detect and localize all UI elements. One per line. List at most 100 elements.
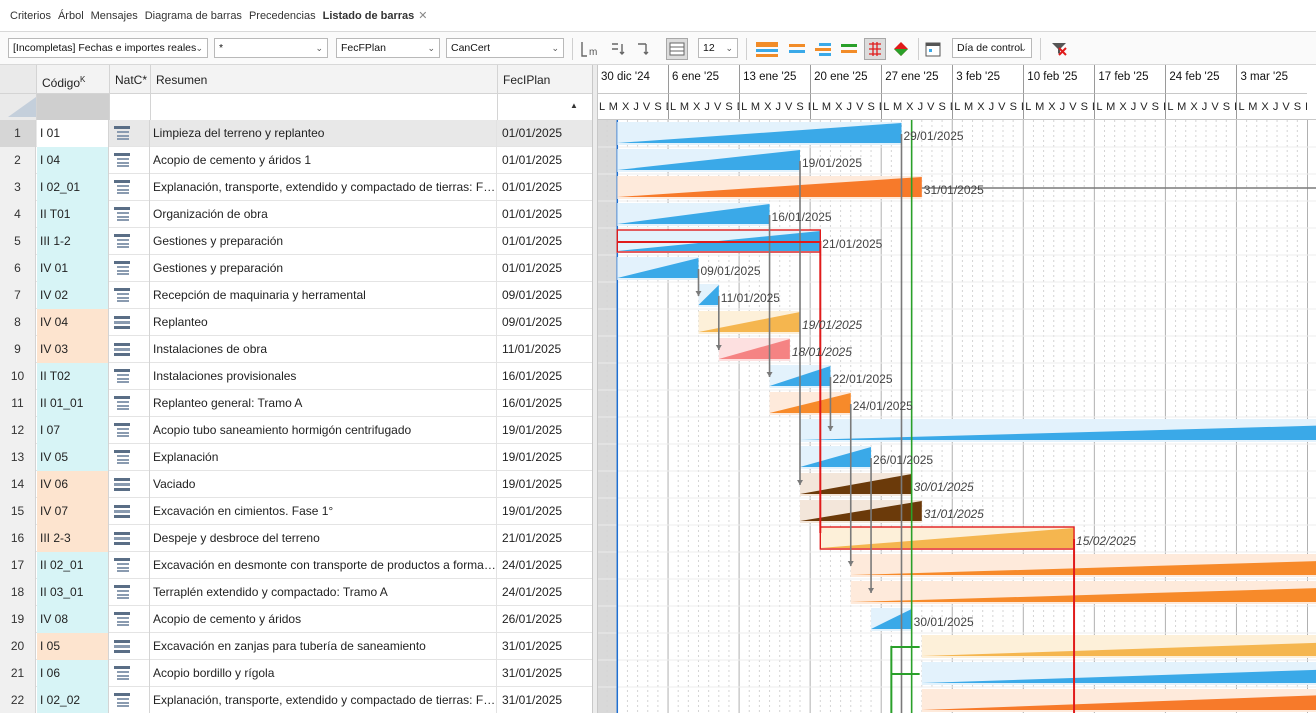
row-number[interactable]: 21 <box>0 660 36 687</box>
start-date-cell[interactable]: 24/01/2025 <box>498 552 592 579</box>
start-date-cell[interactable]: 19/01/2025 <box>498 471 592 498</box>
start-date-cell[interactable]: 16/01/2025 <box>498 363 592 390</box>
table-row[interactable]: 5 III 1-2 Gestiones y preparación 01/01/202… <box>0 228 592 255</box>
grid-lines-button[interactable] <box>666 38 688 60</box>
start-date-cell[interactable]: 31/01/2025 <box>498 687 592 713</box>
start-date-cell[interactable]: 01/01/2025 <box>498 201 592 228</box>
summary-cell[interactable]: Explanación, transporte, extendido y com… <box>151 687 497 713</box>
summary-cell[interactable]: Acopio tubo saneamiento hormigón centrif… <box>151 417 497 444</box>
summary-cell[interactable]: Acopio bordillo y rígola <box>151 660 497 687</box>
summary-cell[interactable]: Excavación en zanjas para tubería de san… <box>151 633 497 660</box>
filter-cell-summary[interactable] <box>151 93 498 120</box>
summary-cell[interactable]: Instalaciones provisionales <box>151 363 497 390</box>
start-date-cell[interactable]: 01/01/2025 <box>498 255 592 282</box>
close-icon[interactable]: ✕ <box>418 10 427 22</box>
summary-cell[interactable]: Terraplén extendido y compactado: Tramo … <box>151 579 497 606</box>
table-row[interactable]: 9 IV 03 Instalaciones de obra 11/01/2025 <box>0 336 592 363</box>
milestone-button[interactable] <box>890 38 912 60</box>
table-row[interactable]: 19 IV 08 Acopio de cemento y áridos 26/01/2… <box>0 606 592 633</box>
summary-cell[interactable]: Limpieza del terreno y replanteo <box>151 120 497 147</box>
collapse-button[interactable] <box>608 38 630 60</box>
summary-cell[interactable]: Instalaciones de obra <box>151 336 497 363</box>
zoom-combo[interactable]: 12 ⌄ <box>698 38 738 58</box>
start-date-cell[interactable]: 09/01/2025 <box>498 282 592 309</box>
row-number[interactable]: 9 <box>0 336 36 363</box>
bars-gradient-button[interactable] <box>752 38 782 60</box>
tab-precedencias[interactable]: Precedencias <box>249 10 316 22</box>
table-row[interactable]: 13 IV 05 Explanación 19/01/2025 <box>0 444 592 471</box>
start-date-cell[interactable]: 01/01/2025 <box>498 174 592 201</box>
start-date-cell[interactable]: 01/01/2025 <box>498 120 592 147</box>
start-date-cell[interactable]: 16/01/2025 <box>498 390 592 417</box>
table-row[interactable]: 22 I 02_02 Explanación, transporte, extend… <box>0 687 592 713</box>
table-row[interactable]: 18 II 03_01 Terraplén extendido y compacta… <box>0 579 592 606</box>
table-row[interactable]: 4 II T01 Organización de obra 01/01/2025 <box>0 201 592 228</box>
sort-ascending-icon[interactable]: ▲ <box>570 101 578 110</box>
row-number[interactable]: 11 <box>0 390 36 417</box>
row-number[interactable]: 7 <box>0 282 36 309</box>
table-row[interactable]: 12 I 07 Acopio tubo saneamiento hormigón c… <box>0 417 592 444</box>
code-cell[interactable]: IV 08 <box>37 606 109 633</box>
table-row[interactable]: 14 IV 06 Vaciado 19/01/2025 <box>0 471 592 498</box>
code-cell[interactable]: II T02 <box>37 363 109 390</box>
code-cell[interactable]: I 04 <box>37 147 109 174</box>
table-row[interactable]: 10 II T02 Instalaciones provisionales 16/01… <box>0 363 592 390</box>
start-date-cell[interactable]: 21/01/2025 <box>498 525 592 552</box>
tab-mensajes[interactable]: Mensajes <box>91 10 138 22</box>
filter-combo[interactable]: [Incompletas] Fechas e importes reales ⌄ <box>8 38 208 58</box>
time-unit-button[interactable]: m <box>578 38 600 60</box>
table-row[interactable]: 2I 04 Acopio de cemento y áridos 1 01/01/2… <box>0 147 592 174</box>
row-number[interactable]: 17 <box>0 552 36 579</box>
select-all-corner[interactable] <box>8 97 36 117</box>
column-header-code[interactable]: CódigoK <box>37 65 110 93</box>
table-row[interactable]: 1I 01 Limpieza del terreno y replanteo 01/… <box>0 120 592 147</box>
bars-indent-button[interactable] <box>812 38 834 60</box>
code-cell[interactable]: II 03_01 <box>37 579 109 606</box>
quantity-combo[interactable]: CanCert ⌄ <box>446 38 564 58</box>
tab-listado-de-barras[interactable]: Listado de barras ✕ <box>323 9 428 22</box>
tab-diagrama-de-barras[interactable]: Diagrama de barras <box>145 10 242 22</box>
table-row[interactable]: 15 IV 07 Excavación en cimientos. Fase 1° 1… <box>0 498 592 525</box>
summary-cell[interactable]: Acopio de cemento y áridos 1 <box>151 147 497 174</box>
column-header-summary[interactable]: Resumen <box>151 65 498 93</box>
control-day-combo[interactable]: Día de control ⌄ <box>952 38 1032 58</box>
summary-cell[interactable]: Replanteo <box>151 309 497 336</box>
table-row[interactable]: 20 I 05 Excavación en zanjas para tubería … <box>0 633 592 660</box>
table-row[interactable]: 21 I 06 Acopio bordillo y rígola 31/01/2025 <box>0 660 592 687</box>
row-number[interactable]: 12 <box>0 417 36 444</box>
table-row[interactable]: 3I 02_01 Explanación, transporte, extendi… <box>0 174 592 201</box>
clear-filter-button[interactable] <box>1048 38 1070 60</box>
row-number[interactable]: 14 <box>0 471 36 498</box>
bars-right-button[interactable] <box>838 38 860 60</box>
row-number[interactable]: 3 <box>0 174 36 201</box>
start-date-cell[interactable]: 19/01/2025 <box>498 444 592 471</box>
code-cell[interactable]: IV 05 <box>37 444 109 471</box>
row-number[interactable]: 20 <box>0 633 36 660</box>
row-number[interactable]: 1 <box>0 120 36 147</box>
date-field-combo[interactable]: FecFPlan ⌄ <box>336 38 440 58</box>
row-number[interactable]: 2 <box>0 147 36 174</box>
code-cell[interactable]: I 02_02 <box>37 687 109 713</box>
start-date-cell[interactable]: 24/01/2025 <box>498 579 592 606</box>
start-date-cell[interactable]: 09/01/2025 <box>498 309 592 336</box>
row-number[interactable]: 10 <box>0 363 36 390</box>
code-cell[interactable]: II 01_01 <box>37 390 109 417</box>
row-number[interactable]: 18 <box>0 579 36 606</box>
bars-left-button[interactable] <box>786 38 808 60</box>
summary-cell[interactable]: Excavación en cimientos. Fase 1° <box>151 498 497 525</box>
start-date-cell[interactable]: 19/01/2025 <box>498 417 592 444</box>
filter-cell-nat[interactable] <box>110 93 151 120</box>
table-row[interactable]: 17 II 02_01 Excavación en desmonte con tra… <box>0 552 592 579</box>
row-number[interactable]: 16 <box>0 525 36 552</box>
start-date-cell[interactable]: 31/01/2025 <box>498 633 592 660</box>
summary-cell[interactable]: Despeje y desbroce del terreno <box>151 525 497 552</box>
code-cell[interactable]: IV 07 <box>37 498 109 525</box>
code-cell[interactable]: I 06 <box>37 660 109 687</box>
code-cell[interactable]: I 02_01 <box>37 174 109 201</box>
summary-cell[interactable]: Excavación en desmonte con transporte de… <box>151 552 497 579</box>
code-cell[interactable]: IV 03 <box>37 336 109 363</box>
start-date-cell[interactable]: 11/01/2025 <box>498 336 592 363</box>
summary-cell[interactable]: Explanación <box>151 444 497 471</box>
row-number[interactable]: 22 <box>0 687 36 713</box>
table-row[interactable]: 8 IV 04 Replanteo 09/01/2025 <box>0 309 592 336</box>
